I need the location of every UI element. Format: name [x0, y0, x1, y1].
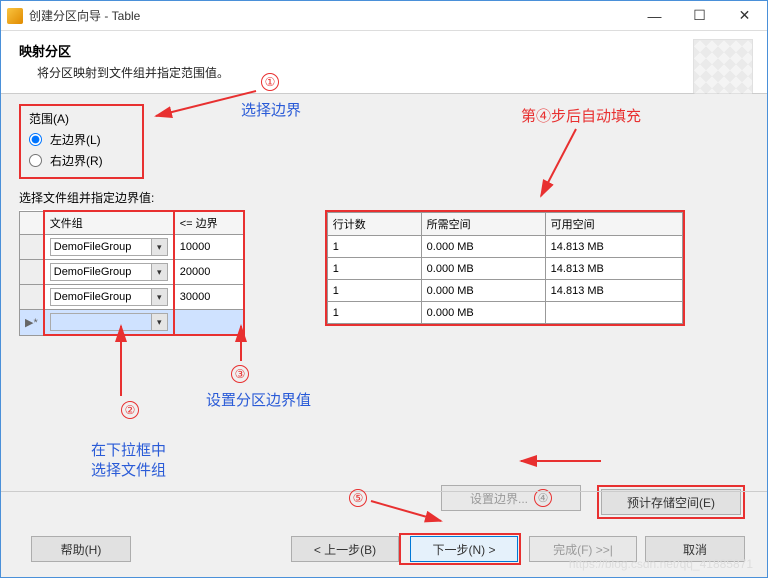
- close-button[interactable]: ✕: [722, 1, 767, 31]
- filegroup-select[interactable]: DemoFileGroup▾: [50, 288, 168, 306]
- wizard-cube-icon: [693, 39, 753, 99]
- page-title: 映射分区: [19, 41, 749, 60]
- boundary-cell[interactable]: 30000: [174, 285, 244, 310]
- range-right-label: 右边界(R): [50, 152, 103, 169]
- table-row: 10.000 MB: [327, 302, 682, 324]
- range-left-radio[interactable]: [29, 133, 42, 146]
- maximize-button[interactable]: ☐: [677, 1, 722, 31]
- chevron-down-icon: ▾: [151, 264, 167, 280]
- table-row: ▶* ▾: [20, 310, 244, 336]
- table-row: 10.000 MB14.813 MB: [327, 258, 682, 280]
- chevron-down-icon: ▾: [151, 289, 167, 305]
- next-button[interactable]: 下一步(N) >: [410, 536, 518, 562]
- table-row: DemoFileGroup▾ 20000: [20, 260, 244, 285]
- range-left-label: 左边界(L): [50, 131, 101, 148]
- col-available: 可用空间: [545, 213, 682, 236]
- filegroup-select[interactable]: DemoFileGroup▾: [50, 238, 168, 256]
- window-title: 创建分区向导 - Table: [29, 7, 632, 24]
- set-boundary-button: 设置边界... ④: [441, 485, 581, 511]
- predict-storage-button[interactable]: 预计存储空间(E): [601, 489, 741, 515]
- filegroup-select[interactable]: ▾: [50, 313, 168, 331]
- page-desc: 将分区映射到文件组并指定范围值。: [19, 64, 749, 81]
- right-table: 行计数 所需空间 可用空间 10.000 MB14.813 MB 10.000 …: [327, 212, 683, 324]
- table-row: DemoFileGroup▾ 30000: [20, 285, 244, 310]
- range-legend: 范围(A): [29, 110, 134, 127]
- table-row: 10.000 MB14.813 MB: [327, 236, 682, 258]
- chevron-down-icon: ▾: [151, 239, 167, 255]
- app-icon: [7, 8, 23, 24]
- anno-dropdown-2: 选择文件组: [91, 459, 166, 480]
- minimize-button[interactable]: —: [632, 1, 677, 31]
- tables-label: 选择文件组并指定边界值:: [19, 189, 749, 206]
- col-required: 所需空间: [421, 213, 545, 236]
- prev-button[interactable]: < 上一步(B): [291, 536, 399, 562]
- watermark: https://blog.csdn.net/qq_41885871: [569, 557, 753, 571]
- boundary-cell[interactable]: 10000: [174, 235, 244, 260]
- col-filegroup: 文件组: [44, 211, 174, 235]
- col-boundary: <= 边界: [174, 211, 244, 235]
- table-row: DemoFileGroup▾ 10000: [20, 235, 244, 260]
- chevron-down-icon: ▾: [151, 314, 167, 330]
- anno-dropdown-1: 在下拉框中: [91, 439, 166, 460]
- range-group: 范围(A) 左边界(L) 右边界(R): [19, 104, 144, 179]
- filegroup-select[interactable]: DemoFileGroup▾: [50, 263, 168, 281]
- left-table: 文件组 <= 边界 DemoFileGroup▾ 10000: [19, 210, 245, 336]
- boundary-cell[interactable]: [174, 310, 244, 336]
- anno-2: ②: [121, 401, 139, 419]
- range-right-radio[interactable]: [29, 154, 42, 167]
- table-row: 10.000 MB14.813 MB: [327, 280, 682, 302]
- anno-3: ③: [231, 365, 249, 383]
- row-marker: ▶*: [20, 310, 44, 336]
- help-button[interactable]: 帮助(H): [31, 536, 131, 562]
- anno-set-partition: 设置分区边界值: [206, 389, 311, 410]
- boundary-cell[interactable]: 20000: [174, 260, 244, 285]
- col-rowcount: 行计数: [327, 213, 421, 236]
